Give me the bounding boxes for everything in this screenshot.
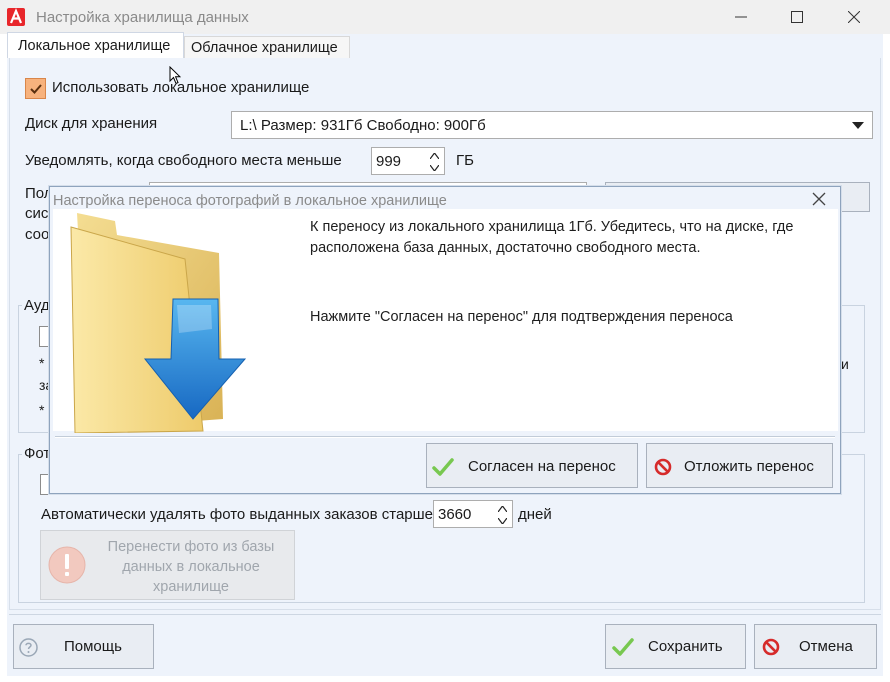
use-local-storage-checkbox[interactable] [25, 78, 46, 99]
app-logo-icon [7, 8, 25, 26]
cancel-button[interactable]: Отмена [754, 624, 877, 669]
stop-icon [762, 638, 780, 656]
postpone-transfer-label: Отложить перенос [684, 458, 814, 475]
checkmark-icon [612, 638, 634, 656]
auto-delete-days-stepper[interactable]: 3660 [433, 500, 513, 528]
message-line-1: К переносу из локального хранилища 1Гб. … [310, 219, 794, 235]
transfer-confirmation-dialog: Настройка переноса фотографий в локально… [49, 186, 841, 494]
path-label-fragment-2: сис [25, 205, 49, 222]
audit-right-fragment: и [841, 356, 849, 372]
postpone-transfer-button[interactable]: Отложить перенос [646, 443, 833, 488]
help-label: Помощь [64, 638, 122, 655]
spin-down-icon[interactable] [430, 165, 439, 171]
folder-download-illustration [70, 213, 247, 433]
move-photos-line-3: хранилище [153, 579, 229, 595]
minimize-icon [735, 16, 747, 18]
maximize-button[interactable] [769, 0, 825, 34]
disk-select[interactable]: L:\ Размер: 931Гб Свободно: 900Гб [231, 111, 873, 139]
auto-delete-days-value: 3660 [438, 506, 472, 523]
spin-up-icon[interactable] [498, 506, 507, 512]
modal-close-icon[interactable] [812, 192, 826, 206]
confirm-prompt: Нажмите "Согласен на перенос" для подтве… [310, 309, 733, 325]
photo-group-title: Фот [22, 445, 53, 462]
spin-up-icon[interactable] [430, 153, 439, 159]
audit-note-1: * [39, 355, 45, 371]
auto-delete-label: Автоматически удалять фото выданных зака… [41, 506, 434, 523]
warning-icon [48, 546, 86, 584]
checkmark-icon [432, 458, 454, 476]
minimize-button[interactable] [713, 0, 769, 34]
save-button[interactable]: Сохранить [605, 624, 746, 669]
title-bar: Настройка хранилища данных [0, 0, 890, 34]
notify-threshold-value: 999 [376, 153, 402, 170]
move-photos-to-local-button[interactable]: Перенести фото из базы данных в локально… [40, 530, 295, 600]
save-label: Сохранить [648, 638, 723, 655]
checkmark-icon [30, 84, 42, 94]
notify-unit: ГБ [456, 152, 474, 169]
agree-transfer-button[interactable]: Согласен на перенос [426, 443, 638, 488]
modal-body: К переносу из локального хранилища 1Гб. … [53, 209, 838, 433]
close-window-button[interactable] [826, 0, 882, 34]
stop-icon [654, 458, 672, 476]
move-photos-line-1: Перенести фото из базы [107, 539, 275, 555]
disk-label: Диск для хранения [25, 115, 158, 132]
maximize-icon [791, 11, 803, 23]
close-icon [848, 11, 860, 23]
help-icon [19, 638, 38, 657]
notify-label: Уведомлять, когда свободного места меньш… [25, 152, 342, 169]
use-local-storage-label: Использовать локальное хранилище [52, 79, 310, 96]
modal-separator [55, 436, 835, 438]
move-photos-line-2: данных в локальное [122, 559, 260, 575]
tab-local-storage[interactable]: Локальное хранилище [7, 32, 184, 58]
transfer-message: К переносу из локального хранилища 1Гб. … [310, 217, 793, 259]
spin-down-icon[interactable] [498, 518, 507, 524]
dropdown-arrow-icon [852, 122, 864, 129]
tab-cloud-storage[interactable]: Облачное хранилище [184, 36, 350, 58]
audit-group-title: Ауд [22, 297, 52, 314]
message-line-2: расположена база данных, достаточно своб… [310, 240, 701, 256]
audit-note-3: * [39, 402, 45, 418]
path-label-fragment-3: соо [25, 226, 50, 243]
footer-separator [9, 614, 881, 615]
cancel-label: Отмена [799, 638, 853, 655]
window-title: Настройка хранилища данных [36, 9, 249, 26]
modal-title: Настройка переноса фотографий в локально… [53, 193, 447, 209]
auto-delete-unit: дней [518, 506, 552, 523]
agree-transfer-label: Согласен на перенос [468, 458, 616, 475]
help-button[interactable]: Помощь [13, 624, 154, 669]
notify-threshold-stepper[interactable]: 999 [371, 147, 445, 175]
disk-select-value: L:\ Размер: 931Гб Свободно: 900Гб [240, 117, 486, 134]
